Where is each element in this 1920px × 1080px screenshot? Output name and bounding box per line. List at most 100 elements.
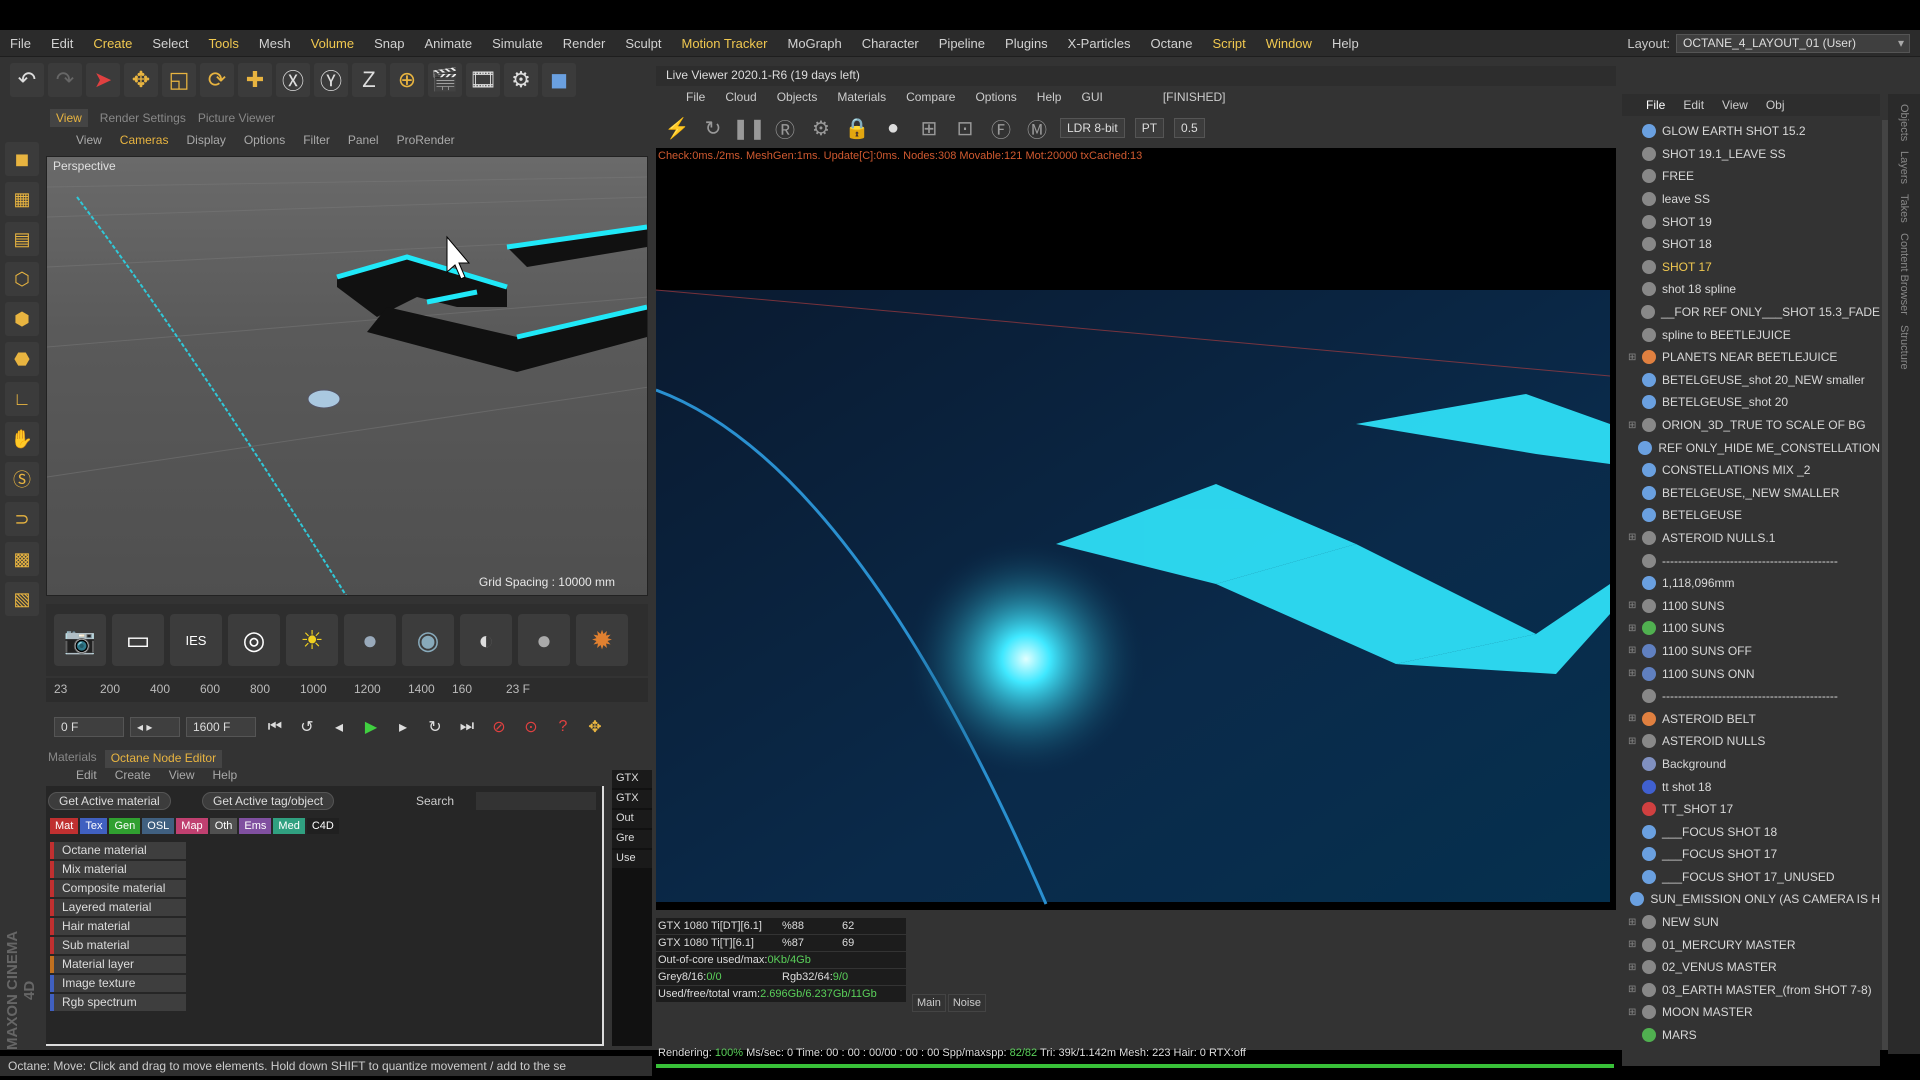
object-row[interactable]: REF ONLY_HIDE ME_CONSTELLATION [1622,436,1880,459]
om-menu-obj[interactable]: Obj [1766,98,1785,112]
autokey-icon[interactable]: ⊙ [518,714,544,740]
vp-menu-view[interactable]: View [76,133,102,147]
next-frame-icon[interactable]: ▸ [390,714,416,740]
om-menu-view[interactable]: View [1722,98,1748,112]
menu-window[interactable]: Window [1256,36,1322,51]
zoom-field[interactable]: 0.5 [1174,118,1205,138]
node-item[interactable]: Sub material [50,937,186,954]
menu-file[interactable]: File [0,36,41,51]
render-view-icon[interactable]: 🎬 [428,63,462,97]
ldr-select[interactable]: LDR 8-bit [1060,118,1125,138]
get-active-tag-button[interactable]: Get Active tag/object [202,792,335,810]
object-row[interactable]: ⊞ PLANETS NEAR BEETLEJUICE [1622,346,1880,369]
expand-icon[interactable]: ⊞ [1628,623,1640,634]
om-menu-file[interactable]: File [1646,98,1665,112]
object-row[interactable]: GLOW EARTH SHOT 15.2 [1622,120,1880,143]
vp-menu-prorender[interactable]: ProRender [397,133,455,147]
object-row[interactable]: ___FOCUS SHOT 18 [1622,820,1880,843]
menu-volume[interactable]: Volume [301,36,364,51]
node-item[interactable]: Mix material [50,861,186,878]
expand-icon[interactable]: ⊞ [1628,600,1640,611]
node-category-mat[interactable]: Mat [50,818,79,834]
node-item[interactable]: Octane material [50,842,186,859]
area-light-icon[interactable]: ▭ [112,614,164,666]
object-row[interactable]: ⊞ 1100 SUNS OFF [1622,640,1880,663]
undo-icon[interactable]: ↶ [10,63,44,97]
lv-menu-compare[interactable]: Compare [906,90,955,104]
redo-icon[interactable]: ↷ [48,63,82,97]
object-row[interactable]: ⊞ 1100 SUNS ONN [1622,662,1880,685]
keyframe-icon[interactable]: ? [550,714,576,740]
workplane-icon[interactable]: ▤ [5,222,39,256]
expand-icon[interactable]: ⊞ [1628,532,1640,543]
side-tab[interactable]: Takes [1898,194,1910,223]
node-category-tex[interactable]: Tex [80,818,108,834]
side-tab[interactable]: Objects [1898,104,1910,141]
object-row[interactable]: FREE [1622,165,1880,188]
search-input[interactable] [476,792,596,810]
object-row[interactable]: BETELGEUSE_shot 20 [1622,391,1880,414]
end-frame-field[interactable]: 1600 F [186,717,256,737]
get-active-material-button[interactable]: Get Active material [48,792,171,810]
glass-sphere-icon[interactable]: ◉ [402,614,454,666]
lv-menu-help[interactable]: Help [1037,90,1062,104]
grid-icon[interactable]: ▩ [5,542,39,576]
start-frame-field[interactable]: 0 F [54,717,124,737]
live-render-view[interactable] [656,164,1616,910]
pause-icon[interactable]: ❚❚ [732,115,766,141]
object-row[interactable]: ⊞ 02_VENUS MASTER [1622,956,1880,979]
object-row[interactable]: spline to BEETLEJUICE [1622,323,1880,346]
node-item[interactable]: Composite material [50,880,186,897]
next-key-icon[interactable]: ↻ [422,714,448,740]
menu-snap[interactable]: Snap [364,36,414,51]
object-row[interactable]: CONSTELLATIONS MIX _2 [1622,459,1880,482]
node-item[interactable]: Image texture [50,975,186,992]
node-category-med[interactable]: Med [273,818,305,834]
noise-button[interactable]: Noise [947,994,986,1012]
side-tab[interactable]: Content Browser [1898,233,1910,315]
y-axis-icon[interactable]: Ⓨ [314,63,348,97]
menu-mesh[interactable]: Mesh [249,36,301,51]
main-button[interactable]: Main [912,994,946,1012]
menu-character[interactable]: Character [852,36,929,51]
menu-mograph[interactable]: MoGraph [777,36,851,51]
lv-menu-objects[interactable]: Objects [777,90,818,104]
x-axis-icon[interactable]: Ⓧ [276,63,310,97]
expand-icon[interactable]: ⊞ [1628,668,1640,679]
region-icon[interactable]: Ⓡ [772,115,798,142]
object-row[interactable]: SHOT 19.1_LEAVE SS [1622,143,1880,166]
node-menu-view[interactable]: View [169,768,195,784]
menu-create[interactable]: Create [83,36,142,51]
object-row[interactable]: 1,118,096mm [1622,572,1880,595]
vp-menu-panel[interactable]: Panel [348,133,379,147]
material-picker-icon[interactable]: Ⓜ [1024,115,1050,142]
side-tab[interactable]: Structure [1898,325,1910,370]
lv-menu-file[interactable]: File [686,90,705,104]
expand-icon[interactable]: ⊞ [1628,1007,1640,1018]
tab-materials[interactable]: Materials [48,750,97,768]
render-settings-icon[interactable]: ⚙ [504,63,538,97]
points-icon[interactable]: ⬡ [5,262,39,296]
menu-select[interactable]: Select [142,36,198,51]
world-coord-icon[interactable]: ⊕ [390,63,424,97]
expand-icon[interactable]: ⊞ [1628,962,1640,973]
axis-icon[interactable]: ∟ [5,382,39,416]
lock-grid-icon[interactable]: ▧ [5,582,39,616]
node-menu-edit[interactable]: Edit [76,768,97,784]
target-light-icon[interactable]: ◎ [228,614,280,666]
magnet-icon[interactable]: ⊃ [5,502,39,536]
lv-menu-materials[interactable]: Materials [837,90,886,104]
object-row[interactable]: MARS [1622,1024,1880,1047]
expand-icon[interactable]: ⊞ [1628,713,1640,724]
object-row[interactable]: ⊞ NEW SUN [1622,911,1880,934]
object-row[interactable]: SHOT 18 [1622,233,1880,256]
node-category-ems[interactable]: Ems [239,818,272,834]
menu-simulate[interactable]: Simulate [482,36,553,51]
lv-menu-gui[interactable]: GUI [1081,90,1102,104]
menu-tools[interactable]: Tools [199,36,249,51]
menu-x-particles[interactable]: X-Particles [1058,36,1141,51]
object-row[interactable]: ⊞ 01_MERCURY MASTER [1622,933,1880,956]
object-row[interactable]: Background [1622,753,1880,776]
object-row[interactable]: SUN_EMISSION ONLY (AS CAMERA IS H [1622,888,1880,911]
expand-icon[interactable]: ⊞ [1628,984,1640,995]
